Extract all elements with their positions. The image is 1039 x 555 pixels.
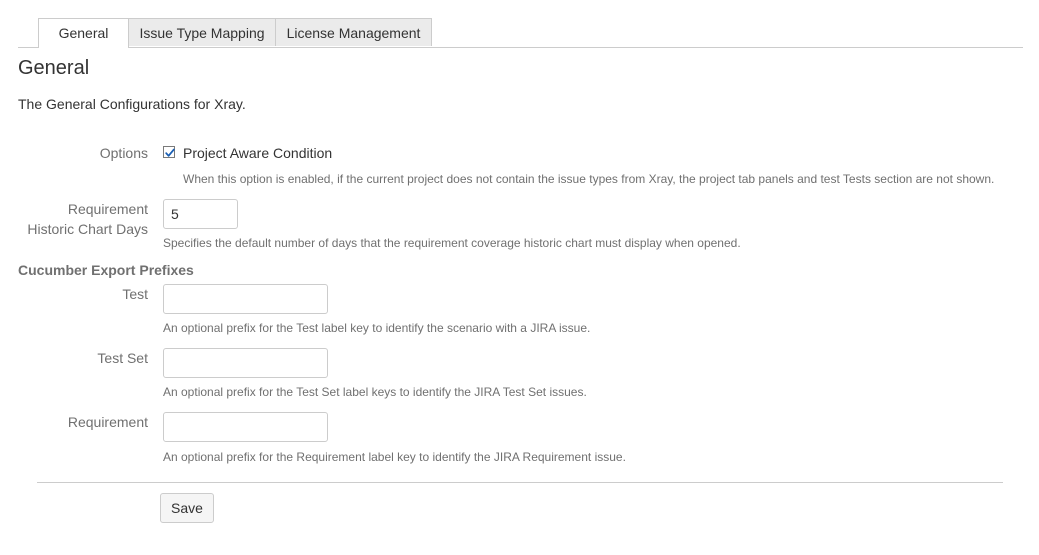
- requirement-days-label-line1: Requirement: [67, 201, 148, 217]
- project-aware-condition-checkbox[interactable]: [163, 146, 175, 158]
- page-title: General: [18, 57, 90, 79]
- requirement-prefix-label: Requirement: [67, 414, 148, 430]
- test-prefix-label: Test: [122, 286, 148, 302]
- tab-issue-type-mapping[interactable]: Issue Type Mapping: [128, 18, 276, 46]
- test-prefix-help: An optional prefix for the Test label ke…: [163, 321, 591, 335]
- save-button[interactable]: Save: [160, 493, 214, 523]
- options-label: Options: [99, 145, 148, 161]
- test-set-prefix-input[interactable]: [163, 348, 328, 378]
- test-set-prefix-help: An optional prefix for the Test Set labe…: [163, 385, 587, 399]
- test-set-prefix-label: Test Set: [97, 350, 148, 366]
- tab-license-management[interactable]: License Management: [275, 18, 432, 46]
- tab-bar: General Issue Type Mapping License Manag…: [18, 18, 1023, 48]
- form-divider: [37, 482, 1003, 483]
- requirement-days-label-line2: Historic Chart Days: [27, 221, 148, 237]
- project-aware-condition-help: When this option is enabled, if the curr…: [183, 172, 995, 186]
- cucumber-prefixes-heading: Cucumber Export Prefixes: [18, 262, 194, 278]
- project-aware-condition-label[interactable]: Project Aware Condition: [183, 145, 332, 161]
- requirement-prefix-input[interactable]: [163, 412, 328, 442]
- page-description: The General Configurations for Xray.: [18, 96, 246, 112]
- tab-general[interactable]: General: [38, 18, 129, 48]
- requirement-days-help: Specifies the default number of days tha…: [163, 236, 741, 250]
- requirement-days-input[interactable]: [163, 199, 238, 229]
- test-prefix-input[interactable]: [163, 284, 328, 314]
- checkmark-icon: [165, 148, 175, 157]
- requirement-prefix-help: An optional prefix for the Requirement l…: [163, 450, 626, 464]
